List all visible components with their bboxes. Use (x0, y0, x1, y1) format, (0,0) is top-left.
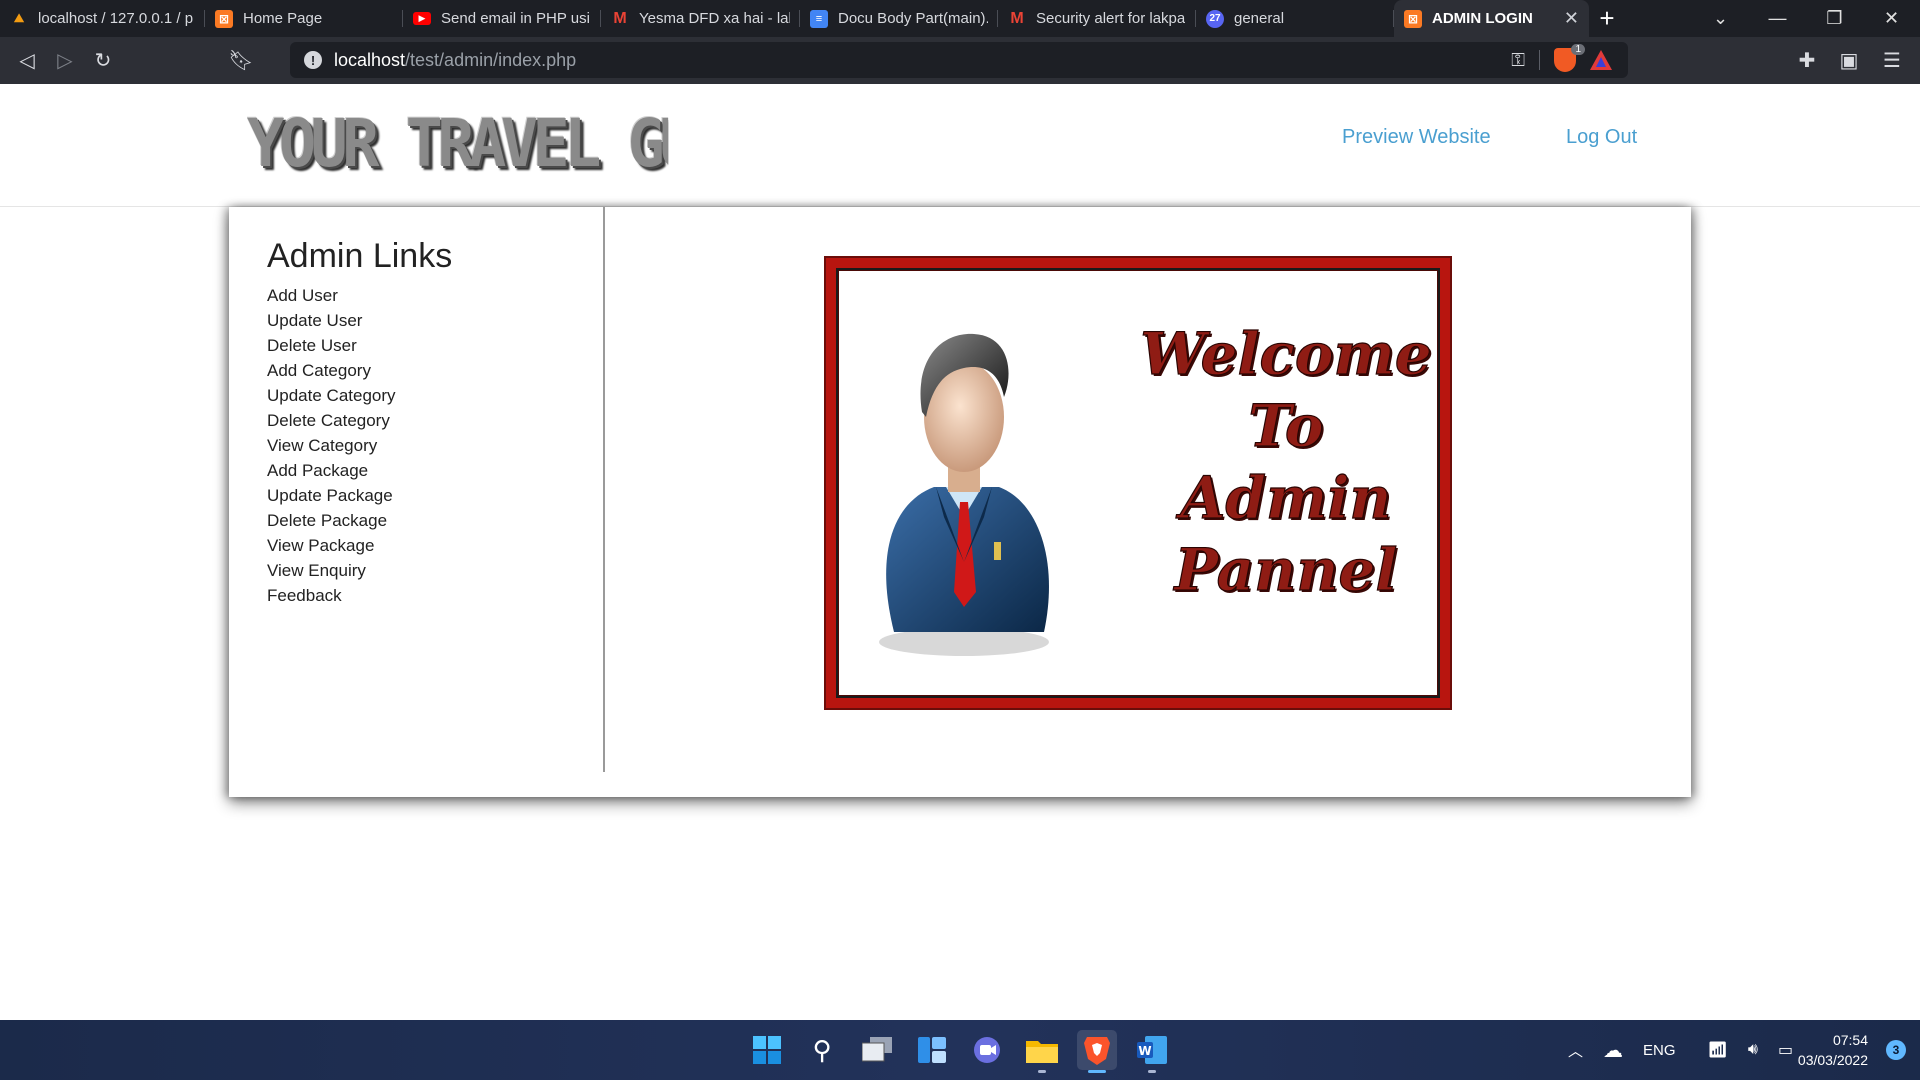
gmail-icon: M (1010, 9, 1024, 27)
link-delete-category[interactable]: Delete Category (267, 408, 396, 433)
browser-toolbar: ◁ ▷ ↻ 🔖︎ ! localhost/test/admin/index.ph… (0, 37, 1920, 84)
welcome-line: Admin (1180, 463, 1392, 532)
windows-taskbar: ⚲ W ︿ ☁ ENG 📶︎ 🔊︎ ▭ 07:54 03/03/2022 3 (0, 1020, 1920, 1080)
link-add-package[interactable]: Add Package (267, 458, 396, 483)
address-bar[interactable]: ! localhost/test/admin/index.php ⚿ 1 (290, 42, 1628, 78)
welcome-banner: Welcome To Admin Pannel (826, 258, 1450, 708)
minimize-button[interactable]: — (1749, 0, 1806, 37)
gmail-icon: M (613, 9, 627, 27)
link-view-package[interactable]: View Package (267, 533, 396, 558)
tab-youtube[interactable]: ▶ Send email in PHP usin (403, 0, 601, 37)
clock-date: 03/03/2022 (1797, 1052, 1868, 1068)
word-icon[interactable]: W (1132, 1030, 1172, 1073)
show-hidden-icons-icon[interactable]: ︿ (1568, 1040, 1583, 1061)
tab-title: Docu Body Part(main). (838, 10, 988, 27)
xampp-icon: ⊠ (1404, 9, 1422, 28)
widgets-icon[interactable] (912, 1030, 952, 1070)
clock[interactable]: 07:54 03/03/2022 (1798, 1030, 1868, 1070)
teams-chat-icon[interactable] (967, 1030, 1007, 1070)
welcome-text: Welcome To Admin Pannel (1136, 318, 1436, 606)
language-indicator[interactable]: ENG (1643, 1042, 1676, 1059)
tab-phpmyadmin[interactable]: ⛰ localhost / 127.0.0.1 / p (0, 0, 205, 37)
tab-search-chevron-icon[interactable]: ⌄ (1692, 0, 1749, 37)
tab-title: general (1234, 10, 1285, 27)
clock-time: 07:54 (1832, 1032, 1868, 1048)
system-tray: ︿ ☁ ENG 📶︎ 🔊︎ ▭ (1568, 1020, 1793, 1080)
site-info-icon[interactable]: ! (304, 51, 322, 69)
brave-browser-icon[interactable] (1077, 1030, 1117, 1073)
file-explorer-icon[interactable] (1022, 1030, 1062, 1073)
link-add-user[interactable]: Add User (267, 283, 396, 308)
reload-icon[interactable]: ↻ (84, 42, 122, 80)
link-delete-user[interactable]: Delete User (267, 333, 396, 358)
youtube-icon: ▶ (413, 12, 431, 25)
windows-logo-icon (753, 1036, 781, 1064)
running-indicator (1038, 1070, 1046, 1073)
tab-title: Security alert for lakpa (1036, 10, 1186, 27)
admin-links-list: Add User Update User Delete User Add Cat… (267, 283, 396, 608)
link-add-category[interactable]: Add Category (267, 358, 396, 383)
close-window-button[interactable]: ✕ (1863, 0, 1920, 37)
link-feedback[interactable]: Feedback (267, 583, 396, 608)
notification-badge[interactable]: 3 (1886, 1040, 1906, 1060)
battery-icon[interactable]: ▭ (1778, 1040, 1793, 1060)
link-delete-package[interactable]: Delete Package (267, 508, 396, 533)
link-view-enquiry[interactable]: View Enquiry (267, 558, 396, 583)
chat-icon: 27 (1206, 9, 1224, 28)
menu-icon[interactable]: ☰ (1873, 42, 1911, 80)
key-icon[interactable]: ⚿ (1511, 50, 1525, 71)
close-tab-icon[interactable]: ✕ (1556, 8, 1579, 29)
link-view-category[interactable]: View Category (267, 433, 396, 458)
preview-website-link[interactable]: Preview Website (1342, 126, 1491, 149)
logout-link[interactable]: Log Out (1566, 126, 1637, 149)
tab-home-page[interactable]: ⊠ Home Page (205, 0, 403, 37)
xampp-icon: ⊠ (215, 9, 233, 28)
svg-text:W: W (1138, 1044, 1151, 1058)
running-indicator (1088, 1070, 1106, 1073)
brave-shield-icon[interactable]: 1 (1554, 44, 1585, 72)
tab-title: Yesma DFD xa hai - lak (639, 10, 790, 27)
browser-tab-bar: ⛰ localhost / 127.0.0.1 / p ⊠ Home Page … (0, 0, 1920, 37)
tab-title: Send email in PHP usin (441, 10, 591, 27)
running-indicator (1148, 1070, 1156, 1073)
tab-gmail-dfd[interactable]: M Yesma DFD xa hai - lak (601, 0, 800, 37)
welcome-line: To (1248, 391, 1324, 460)
url-text[interactable]: localhost/test/admin/index.php (334, 50, 576, 71)
link-update-package[interactable]: Update Package (267, 483, 396, 508)
tab-title: localhost / 127.0.0.1 / p (38, 10, 194, 27)
bookmark-icon[interactable]: 🔖︎ (222, 42, 260, 80)
wifi-icon[interactable]: 📶︎ (1708, 1040, 1728, 1060)
search-icon[interactable]: ⚲ (802, 1030, 842, 1070)
site-header: YOUR TRAVEL GUIDE Preview Website Log Ou… (0, 84, 1920, 207)
back-icon[interactable]: ◁ (8, 42, 46, 80)
phpmyadmin-icon: ⛰ (13, 11, 25, 25)
extensions-icon[interactable]: ✚ (1788, 42, 1826, 80)
link-update-category[interactable]: Update Category (267, 383, 396, 408)
link-update-user[interactable]: Update User (267, 308, 396, 333)
volume-icon[interactable]: 🔊︎ (1748, 1041, 1758, 1059)
welcome-line: Pannel (1174, 535, 1398, 604)
tab-gmail-security[interactable]: M Security alert for lakpa (998, 0, 1196, 37)
welcome-line: Welcome (1140, 319, 1433, 388)
task-view-icon[interactable] (857, 1030, 897, 1070)
tab-google-docs[interactable]: ≡ Docu Body Part(main). (800, 0, 998, 37)
admin-panel: Admin Links Add User Update User Delete … (229, 207, 1691, 797)
new-tab-button[interactable]: + (1589, 0, 1625, 37)
restore-button[interactable]: ❐ (1806, 0, 1863, 37)
tab-general[interactable]: 27 general (1196, 0, 1394, 37)
site-logo[interactable]: YOUR TRAVEL GUIDE (247, 108, 668, 180)
google-docs-icon: ≡ (810, 9, 828, 28)
brave-rewards-icon[interactable] (1590, 50, 1612, 70)
tab-title: Home Page (243, 10, 323, 27)
start-button[interactable] (747, 1030, 787, 1070)
onedrive-cloud-icon[interactable]: ☁ (1603, 1038, 1623, 1063)
admin-sidebar: Admin Links Add User Update User Delete … (229, 207, 605, 772)
divider (1539, 50, 1540, 70)
tab-admin-login[interactable]: ⊠ ADMIN LOGIN ✕ (1394, 0, 1589, 37)
sidebar-title: Admin Links (267, 237, 453, 275)
admin-avatar-icon (879, 333, 1049, 656)
forward-icon[interactable]: ▷ (46, 42, 84, 80)
wallet-icon[interactable]: ▣ (1830, 42, 1868, 80)
tab-title: ADMIN LOGIN (1432, 10, 1533, 27)
